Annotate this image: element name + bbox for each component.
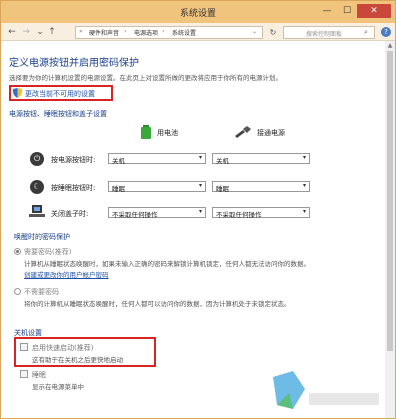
chevron-down-icon: ▾ [198,208,202,215]
chevron-right-icon: » [79,28,83,35]
select-value: 不采取任何操作 [112,211,158,219]
chevron-down-icon[interactable]: ⌄ [252,28,257,35]
history-dropdown-icon[interactable]: ⌄ [35,26,45,38]
chevron-down-icon: ▾ [302,154,306,161]
sleep-description: 显示在电源菜单中 [32,383,84,391]
chevron-down-icon: ▾ [302,182,306,189]
require-password-label: 需要密码(推荐) [24,248,72,256]
change-password-link[interactable]: 创建或更改你的用户帐户密码 [24,269,109,279]
power-button-plugged-select[interactable]: 关机 ▾ [212,153,310,165]
chevron-down-icon: ▾ [198,182,202,189]
select-value: 关机 [112,157,125,165]
sleep-icon: ☾ [30,180,44,194]
refresh-icon[interactable]: ↻ [267,26,279,39]
laptop-lid-icon [29,205,45,217]
breadcrumb-item-power[interactable]: 电源选项 [134,28,158,37]
address-bar: ← → ⌄ ↑ » 硬件和声音 › 电源选项 › 系统设置 ⌄ ↻ 搜索控制面板… [1,23,395,41]
breadcrumb-item-hardware[interactable]: 硬件和声音 [89,28,119,37]
row-label-close-lid: 关闭盖子时: [51,210,89,218]
breadcrumb-item-system[interactable]: 系统设置 [172,28,196,37]
window-title: 系统设置 [179,9,216,19]
chevron-right-icon: › [124,28,127,35]
no-password-label: 不需要密码 [24,288,59,296]
search-placeholder: 搜索控制面板 [306,31,343,38]
page-description: 选择要为你的计算机设置的电源设置。在此页上对设置所做的更改将应用于你所有的电源计… [9,74,282,82]
require-password-radio[interactable] [14,248,21,255]
maximize-button[interactable]: ☐ [339,4,355,18]
section-title-wake-password: 唤醒时的密码保护 [14,233,70,241]
section-title-buttons: 电源按钮、睡眠按钮和盖子设置 [9,110,107,118]
page-title: 定义电源按钮并启用密码保护 [9,58,139,69]
title-bar: 系统设置 — ☐ ✕ [1,1,395,23]
close-button[interactable]: ✕ [357,4,391,18]
highlight-frame [14,337,156,367]
plug-icon [235,126,251,138]
system-settings-window: 系统设置 — ☐ ✕ ← → ⌄ ↑ » 硬件和声音 › 电源选项 › 系统设置… [0,0,396,419]
breadcrumb[interactable]: » 硬件和声音 › 电源选项 › 系统设置 ⌄ [75,26,263,39]
search-icon[interactable]: ⌕ [364,28,368,37]
forward-arrow-icon[interactable]: → [21,26,31,38]
no-password-description: 将你的计算机从睡眠状态唤醒时，任何人都可以访问你的数据，因为计算机处于未锁定状态… [24,300,291,308]
select-value: 不采取任何操作 [216,211,262,219]
help-icon[interactable]: ? [381,27,391,37]
highlight-frame [9,85,113,101]
search-input[interactable]: 搜索控制面板 ⌕ [283,26,375,39]
scroll-up-icon[interactable]: ▲ [385,41,395,50]
minimize-button[interactable]: — [319,4,335,18]
chevron-right-icon: › [162,28,165,35]
row-label-power-button: 按电源按钮时: [51,156,96,164]
chevron-down-icon: ▾ [302,208,306,215]
scroll-thumb[interactable] [387,51,393,351]
row-label-sleep-button: 按睡眠按钮时: [51,184,96,192]
power-icon: ⏻ [30,152,44,166]
sleep-button-plugged-select[interactable]: 睡眠 ▾ [212,181,310,193]
chevron-down-icon: ▾ [198,154,202,161]
main-content: 定义电源按钮并启用密码保护 选择要为你的计算机设置的电源设置。在此页上对设置所做… [1,41,395,418]
require-password-description: 计算机从睡眠状态唤醒时，如果未输入正确的密码来解锁计算机锁定，任何人都无法访问你… [24,260,310,268]
up-arrow-icon[interactable]: ↑ [47,26,57,38]
sleep-label: 睡眠 [32,371,46,379]
column-header-battery: 用电池 [157,129,178,137]
column-header-plugged-in: 接通电源 [257,129,285,137]
select-value: 关机 [216,157,229,165]
select-value: 睡眠 [112,185,125,193]
back-arrow-icon[interactable]: ← [7,26,17,38]
close-lid-plugged-select[interactable]: 不采取任何操作 ▾ [212,207,310,219]
site-logo-watermark [273,371,379,409]
no-password-radio[interactable] [14,288,21,295]
close-lid-battery-select[interactable]: 不采取任何操作 ▾ [108,207,206,219]
vertical-scrollbar[interactable]: ▲ [385,41,395,418]
sleep-button-battery-select[interactable]: 睡眠 ▾ [108,181,206,193]
sleep-checkbox[interactable] [20,370,28,378]
battery-icon [141,125,151,139]
select-value: 睡眠 [216,185,229,193]
power-button-battery-select[interactable]: 关机 ▾ [108,153,206,165]
